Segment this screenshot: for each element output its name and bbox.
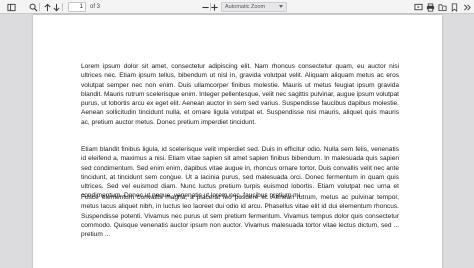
double-chevron-icon[interactable] bbox=[461, 1, 473, 13]
chevron-down-icon bbox=[279, 5, 283, 8]
toolbar-separator bbox=[62, 3, 63, 11]
bookmark-icon[interactable] bbox=[448, 1, 460, 13]
paragraph: Lorem ipsum dolor sit amet, consectetur … bbox=[81, 63, 399, 126]
paragraph: Fusce elementum convallis magna, a place… bbox=[81, 194, 399, 239]
arrow-down-icon[interactable] bbox=[50, 1, 62, 13]
print-icon[interactable] bbox=[424, 1, 436, 13]
page-number-input[interactable]: 1 bbox=[68, 2, 86, 12]
zoom-select[interactable]: Automatic Zoom bbox=[221, 2, 287, 12]
pdf-page: Lorem ipsum dolor sit amet, consectetur … bbox=[33, 15, 442, 268]
plus-icon[interactable] bbox=[208, 1, 220, 13]
search-icon[interactable] bbox=[27, 1, 39, 13]
download-icon[interactable] bbox=[436, 1, 448, 13]
zoom-select-value: Automatic Zoom bbox=[225, 4, 266, 10]
presentation-icon[interactable] bbox=[412, 1, 424, 13]
sidebar-toggle-icon[interactable] bbox=[5, 1, 17, 13]
page-count-label: of 3 bbox=[90, 4, 101, 10]
pdf-toolbar: 1 of 3 Automatic Zoom bbox=[0, 0, 474, 14]
toolbar-separator bbox=[39, 3, 40, 11]
